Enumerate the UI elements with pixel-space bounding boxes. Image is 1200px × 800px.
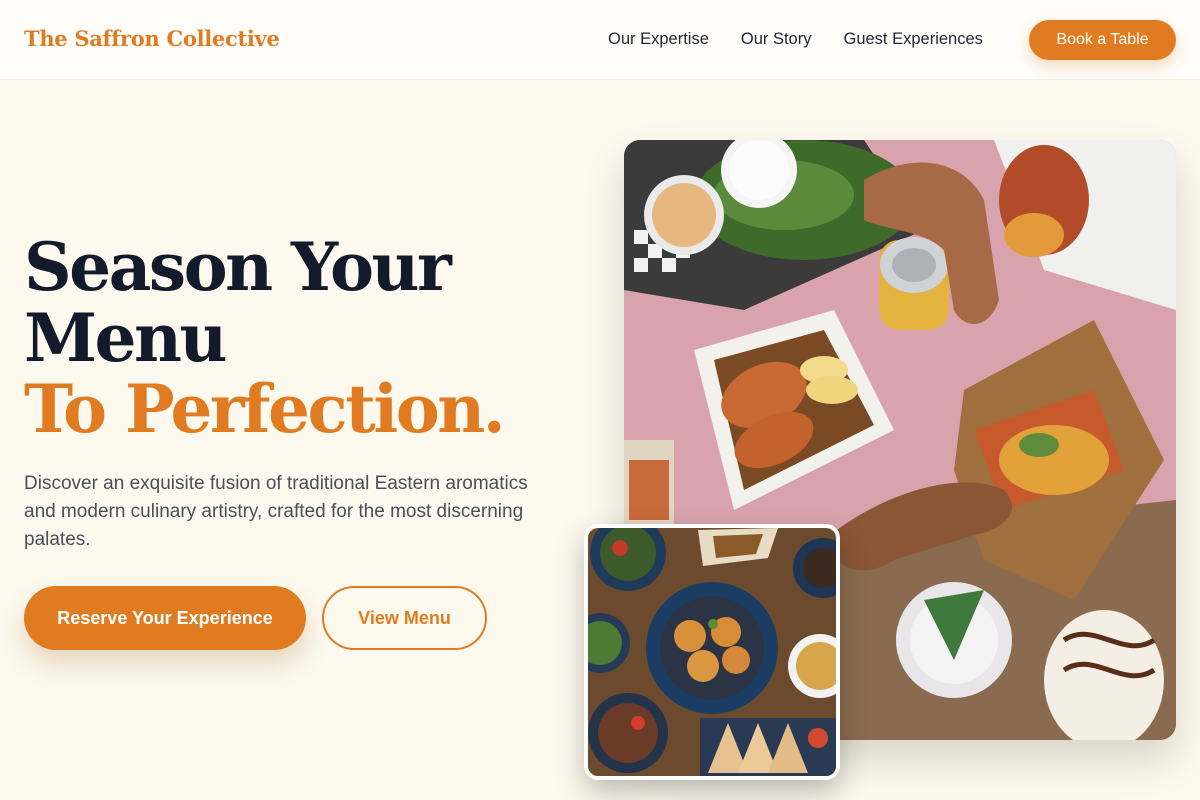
nav-links: Our Expertise Our Story Guest Experience… [608, 30, 983, 49]
small-plates-photo [584, 524, 840, 780]
headline-line-1: Season Your [24, 228, 452, 306]
book-table-button[interactable]: Book a Table [1029, 20, 1176, 60]
view-menu-button[interactable]: View Menu [322, 586, 487, 650]
headline-line-2: Menu [24, 299, 228, 377]
hero-headline: Season Your Menu To Perfection. [24, 232, 584, 445]
headline-accent: To Perfection. [24, 370, 506, 448]
top-navigation: The Saffron Collective Our Expertise Our… [0, 0, 1200, 80]
nav-link-our-story[interactable]: Our Story [741, 30, 812, 49]
nav-link-our-expertise[interactable]: Our Expertise [608, 30, 709, 49]
reserve-experience-button[interactable]: Reserve Your Experience [24, 586, 306, 650]
hero-subtext: Discover an exquisite fusion of traditio… [24, 473, 528, 550]
brand-logo[interactable]: The Saffron Collective [24, 26, 280, 51]
nav-link-guest-experiences[interactable]: Guest Experiences [843, 30, 982, 49]
